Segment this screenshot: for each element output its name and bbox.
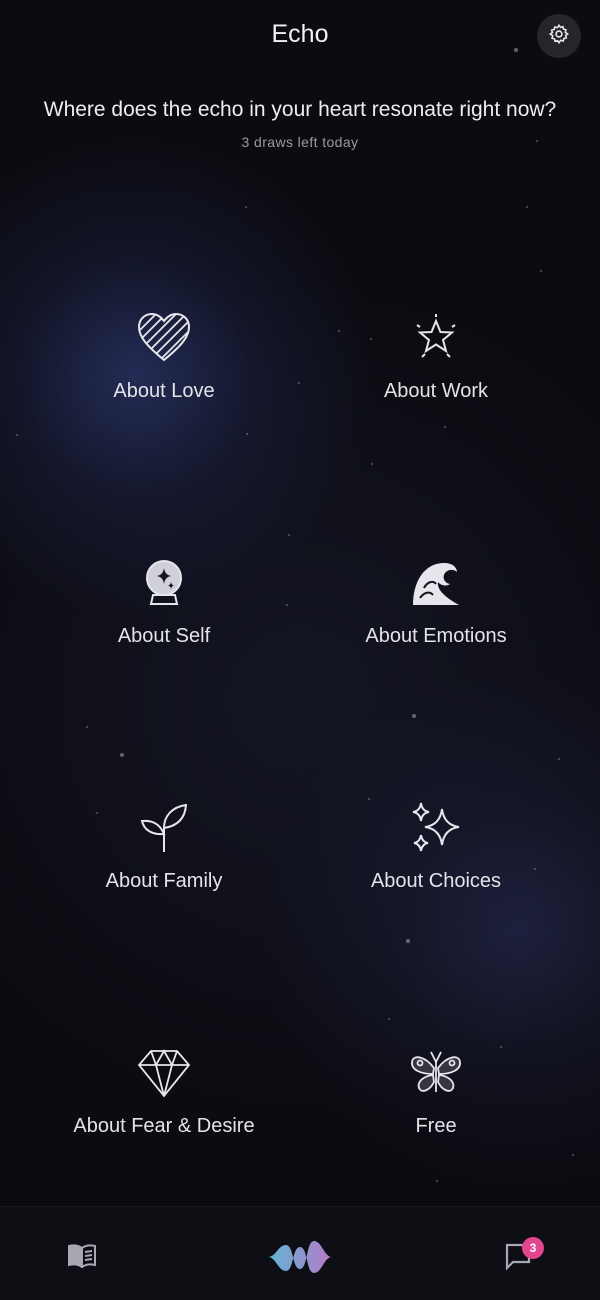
topic-label: About Family [105, 870, 223, 892]
draws-left-text: 3 draws left today [241, 134, 359, 150]
diamond-icon [136, 1045, 192, 1101]
nav-journal-button[interactable] [60, 1241, 104, 1275]
topic-free[interactable]: Free [316, 1045, 556, 1195]
nav-echo-button[interactable] [264, 1237, 336, 1281]
topic-label: About Self [117, 625, 211, 647]
nav-messages-button[interactable]: 3 [500, 1237, 544, 1275]
butterfly-icon [408, 1045, 464, 1101]
topic-label: About Choices [370, 870, 502, 892]
topic-fear-desire[interactable]: About Fear & Desire [44, 1045, 284, 1195]
topic-family[interactable]: About Family [44, 800, 284, 950]
crystal-ball-icon [136, 555, 192, 611]
topic-emotions[interactable]: About Emotions [316, 555, 556, 705]
topic-choices[interactable]: About Choices [316, 800, 556, 950]
gear-icon [548, 23, 570, 50]
top-app-bar: Echo [0, 0, 600, 72]
topic-love[interactable]: About Love [44, 310, 284, 460]
bottom-navigation: 3 [0, 1206, 600, 1300]
prompt-question: Where does the echo in your heart resona… [43, 98, 557, 121]
topic-label: About Fear & Desire [73, 1115, 255, 1137]
topic-label: About Emotions [365, 625, 507, 647]
topic-label: About Work [383, 380, 489, 402]
sound-wave-icon [266, 1237, 334, 1282]
app-title: Echo [271, 20, 329, 48]
book-icon [67, 1243, 97, 1273]
wave-icon [408, 555, 464, 611]
heart-icon [136, 310, 192, 366]
topic-label: About Love [113, 380, 215, 402]
topic-self[interactable]: About Self [44, 555, 284, 705]
settings-button[interactable] [537, 14, 581, 58]
sprout-icon [136, 800, 192, 856]
topic-work[interactable]: About Work [316, 310, 556, 460]
messages-badge: 3 [522, 1237, 544, 1259]
star-icon [408, 310, 464, 366]
sparkles-icon [408, 800, 464, 856]
topic-label: Free [415, 1115, 457, 1137]
